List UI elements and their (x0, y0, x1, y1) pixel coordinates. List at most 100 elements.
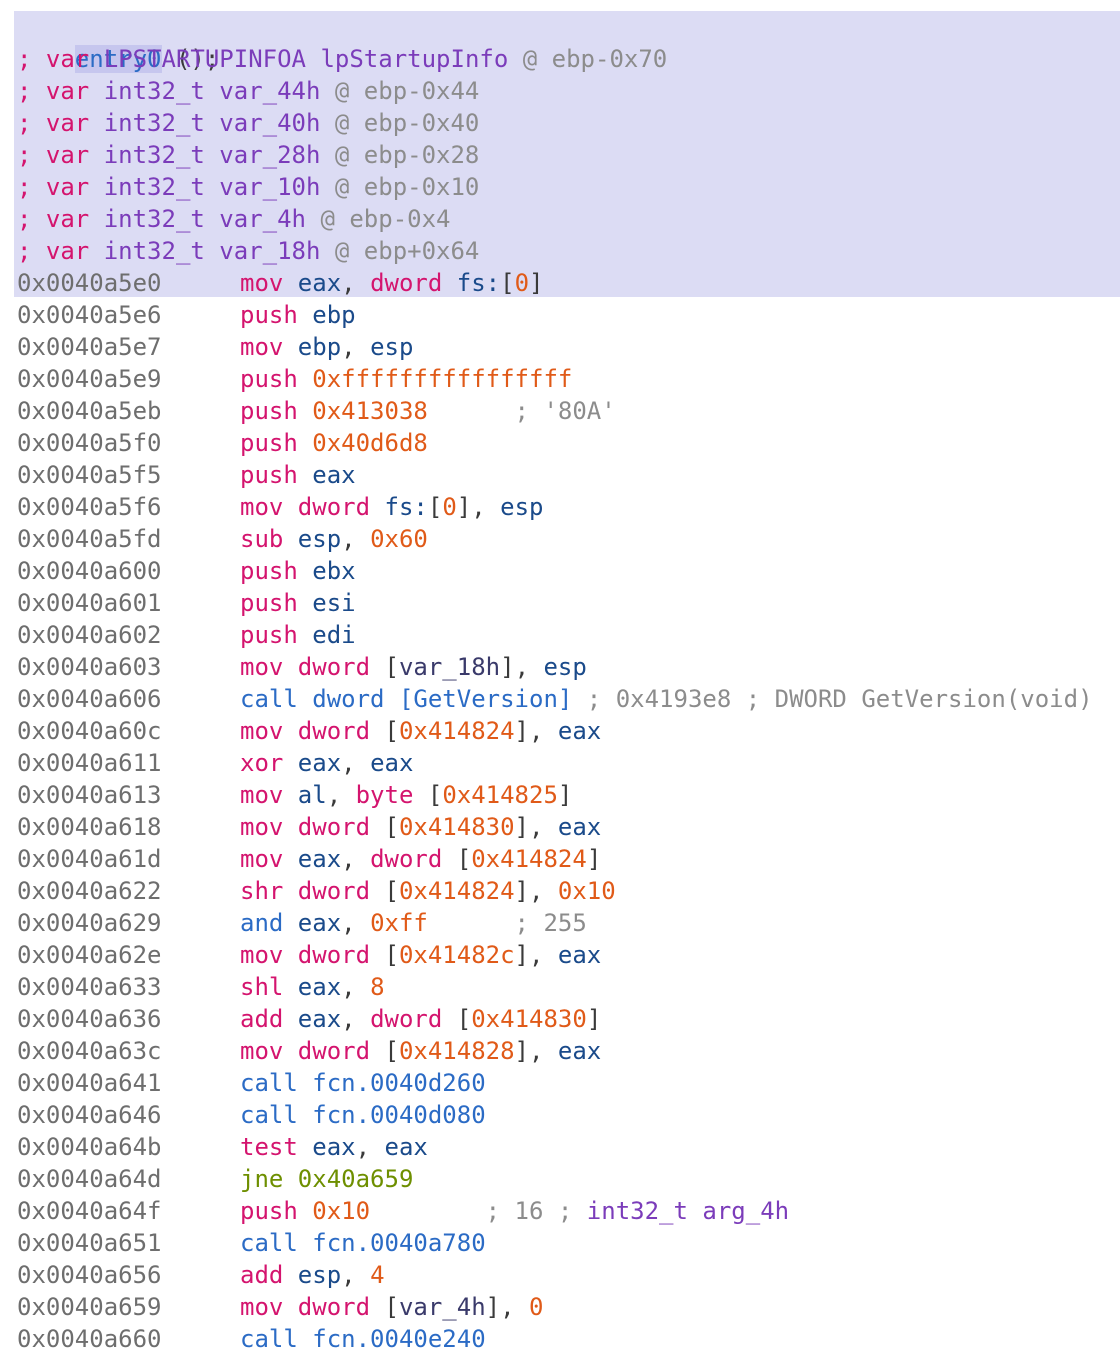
operand-num: 0x41482c (398, 941, 515, 969)
instruction-code[interactable]: push edi (240, 619, 356, 651)
instruction-address[interactable]: 0x0040a606 (17, 683, 162, 715)
var-location: @ ebp+0x64 (334, 237, 480, 265)
instruction-code[interactable]: jne 0x40a659 (240, 1163, 413, 1195)
operand-reg: ebp (297, 333, 342, 361)
instruction-code[interactable]: shr dword [0x414824], 0x10 (240, 875, 616, 907)
instruction-address[interactable]: 0x0040a641 (17, 1067, 162, 1099)
mnemonic: push (240, 461, 313, 489)
instruction-address[interactable]: 0x0040a5f5 (17, 459, 162, 491)
instruction-address[interactable]: 0x0040a633 (17, 971, 162, 1003)
operand-num: 0x414824 (471, 845, 587, 873)
instruction-code[interactable]: mov dword [var_18h], esp (240, 651, 587, 683)
instruction-code[interactable]: mov eax, dword [0x414824] (240, 843, 601, 875)
instruction-address[interactable]: 0x0040a618 (17, 811, 162, 843)
var-decl-line: ; var int32_t var_4h @ ebp-0x4 (17, 203, 451, 235)
instruction-code[interactable]: add esp, 4 (240, 1259, 385, 1291)
instruction-code[interactable]: shl eax, 8 (240, 971, 385, 1003)
instruction-code[interactable]: add eax, dword [0x414830] (240, 1003, 601, 1035)
instruction-code[interactable]: mov ebp, esp (240, 331, 413, 363)
instruction-address[interactable]: 0x0040a5f6 (17, 491, 162, 523)
operand-kw: dword (370, 845, 457, 873)
instruction-code[interactable]: push eax (240, 459, 356, 491)
var-type: LPSTARTUPINFOA (103, 45, 321, 73)
instruction-code[interactable]: mov dword [0x414828], eax (240, 1035, 601, 1067)
instruction-address[interactable]: 0x0040a61d (17, 843, 162, 875)
instruction-address[interactable]: 0x0040a64b (17, 1131, 162, 1163)
instruction-address[interactable]: 0x0040a5e7 (17, 331, 162, 363)
instruction-code[interactable]: mov dword [0x414824], eax (240, 715, 601, 747)
instruction-code[interactable]: push esi (240, 587, 356, 619)
instruction-address[interactable]: 0x0040a629 (17, 907, 162, 939)
operand-p: , (471, 493, 501, 521)
instruction-address[interactable]: 0x0040a613 (17, 779, 162, 811)
operand-p: , (341, 1005, 371, 1033)
operand-p: , (341, 909, 371, 937)
instruction-code[interactable]: push ebp (240, 299, 356, 331)
instruction-code[interactable]: push ebx (240, 555, 356, 587)
instruction-address[interactable]: 0x0040a656 (17, 1259, 162, 1291)
instruction-address[interactable]: 0x0040a646 (17, 1099, 162, 1131)
instruction-address[interactable]: 0x0040a611 (17, 747, 162, 779)
var-name[interactable]: var_10h (219, 173, 335, 201)
var-name[interactable]: lpStartupInfo (320, 45, 522, 73)
var-location: @ ebp-0x28 (334, 141, 480, 169)
instruction-address[interactable]: 0x0040a5e6 (17, 299, 162, 331)
instruction-code[interactable]: xor eax, eax (240, 747, 413, 779)
instruction-code[interactable]: test eax, eax (240, 1131, 428, 1163)
instruction-code[interactable]: push 0x10 ; 16 ; int32_t arg_4h (240, 1195, 789, 1227)
var-name[interactable]: var_4h (219, 205, 320, 233)
operand-call: fcn.0040e240 (312, 1325, 486, 1353)
instruction-code[interactable]: call fcn.0040a780 (240, 1227, 486, 1259)
instruction-address[interactable]: 0x0040a636 (17, 1003, 162, 1035)
instruction-address[interactable]: 0x0040a60c (17, 715, 162, 747)
instruction-address[interactable]: 0x0040a622 (17, 875, 162, 907)
mnemonic: push (240, 301, 313, 329)
mnemonic: mov (240, 781, 298, 809)
var-name[interactable]: var_44h (219, 77, 335, 105)
instruction-address[interactable]: 0x0040a5eb (17, 395, 162, 427)
instruction-code[interactable]: sub esp, 0x60 (240, 523, 428, 555)
instruction-address[interactable]: 0x0040a5fd (17, 523, 162, 555)
instruction-address[interactable]: 0x0040a5f0 (17, 427, 162, 459)
var-prefix: ; var (17, 237, 104, 265)
instruction-address[interactable]: 0x0040a64f (17, 1195, 162, 1227)
mnemonic: mov (240, 493, 298, 521)
instruction-address[interactable]: 0x0040a5e9 (17, 363, 162, 395)
operand-reg: eax (297, 909, 342, 937)
var-name[interactable]: var_28h (219, 141, 335, 169)
instruction-address[interactable]: 0x0040a601 (17, 587, 162, 619)
instruction-code[interactable]: mov dword [0x41482c], eax (240, 939, 601, 971)
instruction-address[interactable]: 0x0040a63c (17, 1035, 162, 1067)
operand-num: 0x414824 (398, 877, 515, 905)
instruction-code[interactable]: call fcn.0040e240 (240, 1323, 486, 1355)
instruction-address[interactable]: 0x0040a659 (17, 1291, 162, 1323)
instruction-code[interactable]: mov al, byte [0x414825] (240, 779, 572, 811)
instruction-code[interactable]: call fcn.0040d080 (240, 1099, 486, 1131)
instruction-code[interactable]: and eax, 0xff ; 255 (240, 907, 587, 939)
instruction-address[interactable]: 0x0040a62e (17, 939, 162, 971)
instruction-address[interactable]: 0x0040a600 (17, 555, 162, 587)
instruction-address[interactable]: 0x0040a602 (17, 619, 162, 651)
instruction-code[interactable]: push 0x413038 ; '80A' (240, 395, 616, 427)
instruction-code[interactable]: push 0xffffffffffffffff (240, 363, 572, 395)
instruction-address[interactable]: 0x0040a651 (17, 1227, 162, 1259)
operand-p: , (341, 1261, 371, 1289)
operand-cmt: ; '80A' (427, 397, 616, 425)
var-name[interactable]: var_18h (219, 237, 335, 265)
instruction-code[interactable]: call fcn.0040d260 (240, 1067, 486, 1099)
instruction-address[interactable]: 0x0040a660 (17, 1323, 162, 1355)
instruction-code[interactable]: mov dword [0x414830], eax (240, 811, 601, 843)
instruction-code[interactable]: mov dword [var_4h], 0 (240, 1291, 543, 1323)
operand-reg: eax (557, 941, 602, 969)
operand-reg: eax (297, 749, 342, 777)
instruction-code[interactable]: mov dword fs:[0], esp (240, 491, 543, 523)
operand-reg: esp (297, 1261, 342, 1289)
instruction-address[interactable]: 0x0040a603 (17, 651, 162, 683)
operand-reg: eax (297, 1005, 342, 1033)
instruction-code[interactable]: call dword [GetVersion] ; 0x4193e8 ; DWO… (240, 683, 1093, 715)
instruction-code[interactable]: mov eax, dword fs:[0] (240, 267, 543, 299)
var-name[interactable]: var_40h (219, 109, 335, 137)
instruction-address[interactable]: 0x0040a5e0 (17, 267, 162, 299)
instruction-code[interactable]: push 0x40d6d8 (240, 427, 428, 459)
instruction-address[interactable]: 0x0040a64d (17, 1163, 162, 1195)
